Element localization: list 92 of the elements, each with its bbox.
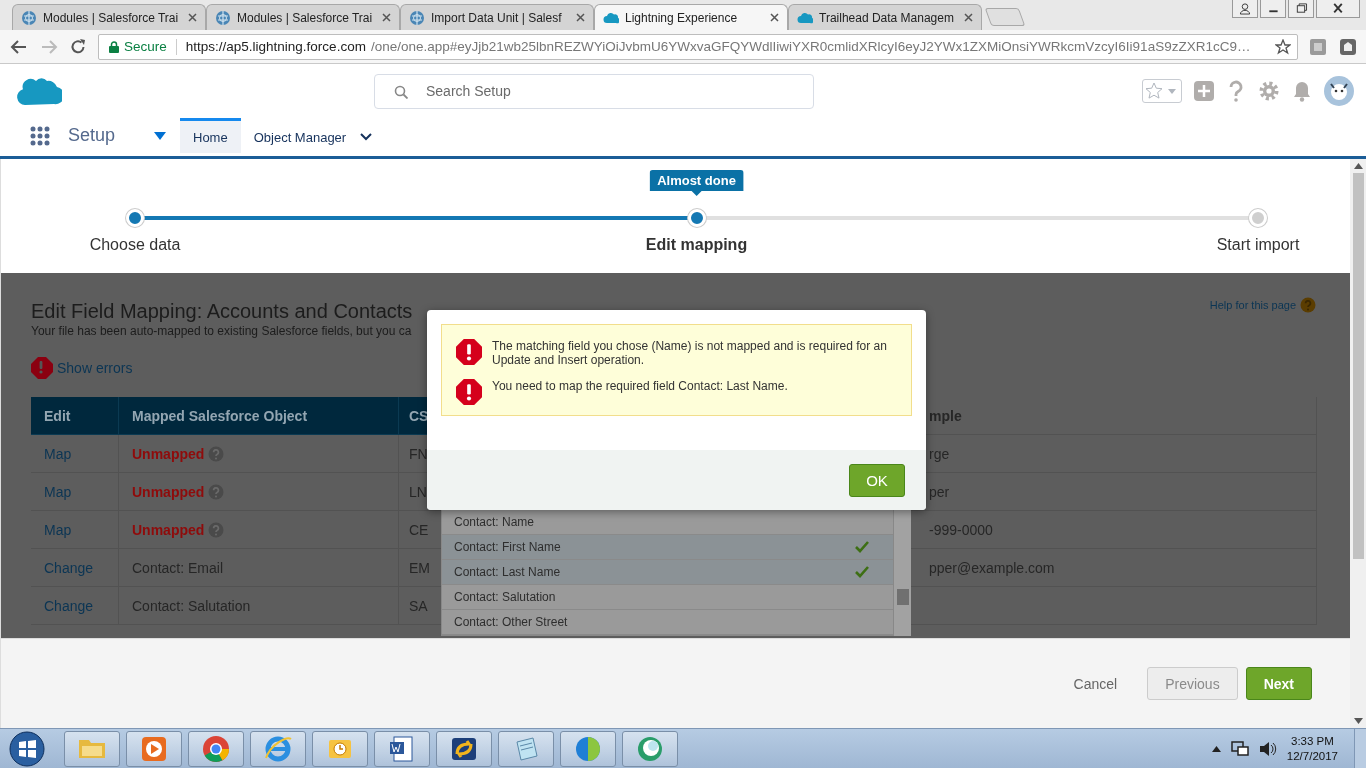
dropdown-option[interactable]: Contact: Other Street bbox=[442, 610, 893, 635]
taskbar-button[interactable] bbox=[436, 730, 492, 767]
caret-down-icon bbox=[360, 133, 373, 141]
help-icon bbox=[208, 483, 225, 500]
url-host: https://ap5.lightning.force.com bbox=[185, 39, 366, 54]
search-field[interactable]: Search Setup bbox=[374, 73, 814, 109]
browser-tab[interactable]: Modules | Salesforce Trai bbox=[206, 4, 400, 30]
bookmark-star-icon[interactable] bbox=[1275, 38, 1291, 55]
globe-icon bbox=[21, 9, 37, 26]
browser-tab[interactable]: Trailhead Data Managem bbox=[788, 4, 982, 30]
scroll-down-icon[interactable] bbox=[1353, 718, 1363, 724]
unmapped-label: Unmapped bbox=[132, 521, 205, 538]
taskbar-button[interactable] bbox=[374, 730, 430, 767]
close-icon[interactable] bbox=[964, 13, 973, 22]
mapped-field: Contact: Salutation bbox=[132, 597, 251, 614]
error-icon bbox=[456, 379, 482, 405]
taskbar-button[interactable] bbox=[622, 730, 678, 767]
next-button[interactable]: Next bbox=[1245, 667, 1312, 700]
step-marker bbox=[1249, 209, 1267, 227]
minimize-icon[interactable] bbox=[1260, 0, 1286, 18]
app-name: Setup bbox=[68, 125, 117, 146]
nav-tab[interactable]: Home bbox=[180, 118, 241, 153]
column-header: Edit bbox=[31, 397, 119, 435]
dropdown-option[interactable]: Contact: Salutation bbox=[442, 585, 893, 610]
scrollbar-thumb[interactable] bbox=[1352, 173, 1364, 559]
search-icon bbox=[394, 84, 408, 99]
salesforce-cloud-logo bbox=[16, 75, 62, 107]
close-icon[interactable] bbox=[1316, 0, 1360, 18]
browser-tab[interactable]: Lightning Experience bbox=[594, 4, 788, 30]
lock-icon bbox=[109, 40, 119, 53]
secure-label: Secure bbox=[124, 39, 167, 54]
extension-icon[interactable] bbox=[1310, 38, 1326, 55]
taskbar-button[interactable] bbox=[312, 730, 368, 767]
step-label: Edit mapping bbox=[645, 236, 748, 254]
restore-icon[interactable] bbox=[1288, 0, 1314, 18]
close-icon[interactable] bbox=[576, 13, 585, 22]
checkmark-icon bbox=[855, 541, 869, 553]
show-hidden-icons-icon[interactable] bbox=[1211, 745, 1221, 752]
step-marker bbox=[126, 209, 144, 227]
close-icon[interactable] bbox=[770, 13, 779, 22]
unmapped-label: Unmapped bbox=[132, 445, 205, 462]
checkmark-icon bbox=[855, 566, 869, 578]
caret-down-icon bbox=[1168, 88, 1176, 94]
user-icon[interactable] bbox=[1232, 0, 1258, 18]
clock-time: 3:33 PM bbox=[1291, 733, 1334, 749]
network-icon[interactable] bbox=[1230, 740, 1249, 757]
browser-tab[interactable]: Modules | Salesforce Trai bbox=[12, 4, 206, 30]
error-icon bbox=[31, 357, 53, 379]
cloud-icon bbox=[797, 11, 813, 24]
clock-date: 12/7/2017 bbox=[1286, 748, 1338, 764]
cloud-icon bbox=[603, 11, 619, 24]
error-icon bbox=[456, 339, 482, 365]
scrollbar-thumb bbox=[897, 589, 909, 605]
app-launcher-icon[interactable] bbox=[30, 125, 50, 146]
chrome-icon bbox=[201, 733, 231, 764]
back-icon[interactable] bbox=[10, 38, 28, 55]
dropdown-option[interactable]: Contact: First Name bbox=[442, 535, 893, 560]
status-tooltip: Almost done bbox=[649, 170, 744, 196]
table-cell: pper@example.com bbox=[911, 549, 1317, 587]
close-icon[interactable] bbox=[382, 13, 391, 22]
taskbar-button[interactable] bbox=[188, 730, 244, 767]
step-label: Start import bbox=[1216, 236, 1300, 254]
reload-icon[interactable] bbox=[70, 38, 86, 55]
page-description: Your file has been auto-mapped to existing Salesforce fields, but you ca bbox=[31, 323, 413, 339]
error-message: You need to map the required field Contact: Last Name. bbox=[492, 379, 788, 393]
page-title: Edit Field Mapping: Accounts and Contacts bbox=[31, 299, 413, 323]
volume-icon[interactable] bbox=[1258, 740, 1277, 757]
unmapped-label: Unmapped bbox=[132, 483, 205, 500]
help-icon bbox=[1300, 297, 1316, 313]
extension-icon[interactable] bbox=[1340, 38, 1356, 55]
scroll-up-icon[interactable] bbox=[1353, 163, 1363, 169]
browser-tab[interactable]: Import Data Unit | Salesf bbox=[400, 4, 594, 30]
step-marker bbox=[687, 209, 706, 227]
url-path: /one/one.app#eyJjb21wb25lbnREZWYiOiJvbmU6YWxvaGFQYWdlIiwiYXR0cmlidXRlcyI6eyJ2YWx1ZXMiOnsiYWRkcmVzcyI6Ii91aS9zZXR1cC9… bbox=[370, 39, 1251, 54]
table-cell: -999-0000 bbox=[911, 511, 1317, 549]
address-bar[interactable]: Secure https://ap5.lightning.force.com /one/one.app#eyJjb21wb25lbnREZWYiOiJvbmU6YWxvaGFQYWdlIiwiYXR0cmlidXRlcyI6eyJ2YWx1ZXMiOnsiYWRkcmVzcyI6Ii91aS9zZXR1cC9… bbox=[98, 33, 1298, 60]
caret-down-icon[interactable] bbox=[154, 131, 166, 140]
avatar-icon[interactable] bbox=[1324, 76, 1354, 106]
cancel-button[interactable]: Cancel bbox=[1067, 674, 1124, 693]
help-icon bbox=[208, 521, 225, 538]
error-message: The matching field you chose (Name) is not mapped and is required for an Update and Insert operation. bbox=[492, 339, 888, 367]
column-header: Mapped Salesforce Object bbox=[119, 397, 399, 435]
taskbar-button[interactable] bbox=[126, 730, 182, 767]
step-label: Choose data bbox=[89, 236, 181, 254]
dropdown-option[interactable]: Contact: Last Name bbox=[442, 560, 893, 585]
globe-icon bbox=[215, 9, 231, 26]
ok-button[interactable]: OK bbox=[849, 463, 905, 497]
nav-tab[interactable]: Object Manager bbox=[240, 118, 386, 153]
help-icon bbox=[208, 445, 225, 462]
star-icon bbox=[1143, 80, 1165, 102]
close-icon[interactable] bbox=[188, 13, 197, 22]
globe-icon bbox=[409, 9, 425, 26]
